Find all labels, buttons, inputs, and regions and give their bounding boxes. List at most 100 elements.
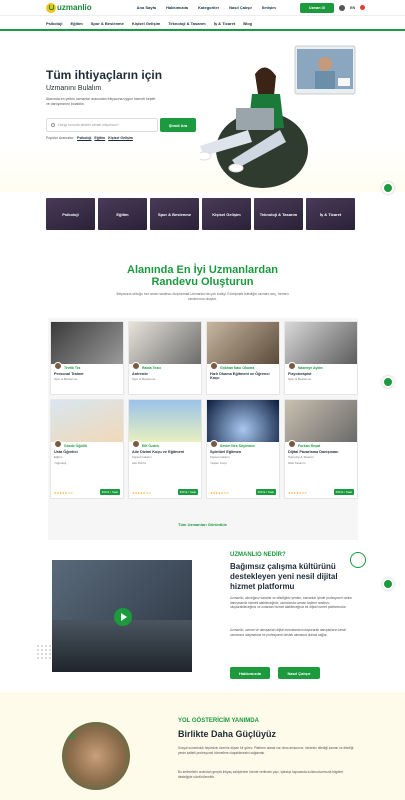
about-paragraph-1: Uzmanlio, alındığınız kararlar ve diledi…: [230, 596, 353, 610]
expert-name: Rabia Tezcı: [142, 366, 161, 370]
expert-card[interactable]: Furkan Reşat Dijital Pazarlama Danışmanı…: [284, 399, 358, 499]
tile-education[interactable]: Eğitim: [98, 198, 147, 230]
circle-decoration: [350, 552, 366, 568]
tile-personal-dev[interactable]: Kişisel Gelişim: [202, 198, 251, 230]
about-section: UZMANLIO NEDİR? Bağımsız çalışma kültürü…: [0, 540, 405, 690]
chat-float-button[interactable]: [382, 578, 394, 590]
notification-icon[interactable]: [360, 5, 365, 10]
tile-business[interactable]: İş & Ticaret: [306, 198, 355, 230]
avatar: [288, 362, 296, 370]
nav-how-it-works[interactable]: Nasıl Çalışır: [229, 5, 252, 10]
star-icon: ★★★★★: [54, 491, 68, 495]
nav-contact[interactable]: İletişim: [262, 5, 276, 10]
expert-card[interactable]: Gözde Öğütlü Usta Öğretici Eğitim Yoğunl…: [50, 399, 124, 499]
rating-value: 5.0: [68, 491, 73, 495]
expert-name: Sevim Nes Söylemez: [220, 444, 255, 448]
expert-card[interactable]: Tevfik Tez Personal Trainer Spor & Besle…: [50, 321, 124, 395]
expert-row-1: Tevfik Tez Personal Trainer Spor & Besle…: [50, 321, 358, 395]
expert-name: Elif Özdek: [142, 444, 159, 448]
nav-categories[interactable]: Kategoriler: [198, 5, 219, 10]
rating-value: 5.0: [146, 491, 151, 495]
chat-float-button[interactable]: [382, 376, 394, 388]
avatar: [54, 440, 62, 448]
logo-icon: [46, 2, 56, 13]
expert-card[interactable]: Rabia Tezcı Antrenör Spor & Beslenme: [128, 321, 202, 395]
expert-row-2: Gözde Öğütlü Usta Öğretici Eğitim Yoğunl…: [50, 399, 358, 499]
category-business[interactable]: İş & Ticaret: [214, 21, 236, 26]
view-all-experts-link[interactable]: Tüm Uzmanları Görüntüle: [0, 522, 405, 527]
expert-photo: [51, 400, 123, 442]
category-blog[interactable]: Blog: [243, 21, 252, 26]
logo[interactable]: uzmanlio: [46, 2, 92, 13]
star-icon: ★★★★★: [288, 491, 302, 495]
hero-description: Alanında en yetkin uzmanlar arasından ih…: [46, 97, 156, 106]
expert-photo: [129, 322, 201, 364]
expert-photo: [129, 400, 201, 442]
language-selector[interactable]: EN: [350, 6, 355, 10]
guide-paragraph-2: Bu kelimelerin ardından gerçek ihtiyaç s…: [178, 770, 344, 779]
expert-category: Spor & Beslenme: [54, 377, 78, 381]
category-education[interactable]: Eğitim: [70, 21, 82, 26]
guide-paragraph-1: Sosyal sorumluluk hepimizin üzerine düşe…: [178, 746, 354, 755]
price-badge[interactable]: 250 ₺ / Saat: [255, 489, 276, 495]
top-header: uzmanlio Ana Sayfa Hakkımızda Kategorile…: [0, 0, 405, 16]
category-tech[interactable]: Teknoloji & Tasarım: [168, 21, 205, 26]
tile-sport[interactable]: Spor & Beslenme: [150, 198, 199, 230]
how-it-works-button[interactable]: Nasıl Çalışır: [278, 667, 320, 679]
expert-name: Tevfik Tez: [64, 366, 81, 370]
category-personal-dev[interactable]: Kişisel Gelişim: [132, 21, 160, 26]
expert-photo: [207, 322, 279, 364]
popular-label: Popüler Aramalar:: [46, 136, 75, 140]
avatar: [288, 440, 296, 448]
guide-kicker: YOL GÖSTERİCİM YANIMDA: [178, 718, 259, 724]
experts-title-2: Randevu Oluşturun: [151, 276, 254, 288]
expert-card[interactable]: Nazmiye Aydın Fizyoterapist Spor & Besle…: [284, 321, 358, 395]
avatar: [54, 362, 62, 370]
rating-value: 5.0: [302, 491, 307, 495]
price-badge[interactable]: 250 ₺ / Saat: [177, 489, 198, 495]
avatar: [132, 440, 140, 448]
globe-icon[interactable]: [339, 4, 346, 11]
expert-card[interactable]: Sevim Nes Söylemez Spiritüel Eğitmen Kiş…: [206, 399, 280, 499]
tile-psychology[interactable]: Psikoloji: [46, 198, 95, 230]
expert-title: Hızlı Okuma Eğitmeni ve Öğrenci Koçu: [210, 372, 270, 380]
search-button[interactable]: Şimdi Ara: [160, 118, 196, 132]
about-us-button[interactable]: Hakkımızda: [230, 667, 270, 679]
header-actions: Uzman Ol EN: [300, 2, 365, 13]
expert-name: Gökhan Naci Okuma: [220, 366, 255, 370]
expert-skill: Yaşam Koçu: [210, 461, 227, 465]
become-expert-button[interactable]: Uzman Ol: [300, 2, 335, 13]
expert-name: Furkan Reşat: [298, 444, 321, 448]
guide-section: × YOL GÖSTERİCİM YANIMDA Birlikte Daha G…: [0, 692, 405, 800]
about-paragraph-2: Uzmanlio, uzman ve danışanları dijital m…: [230, 628, 346, 637]
hero-subtitle: Uzmanını Bulalım: [46, 85, 102, 92]
play-icon[interactable]: [114, 608, 132, 626]
tile-tech[interactable]: Teknoloji & Tasarım: [254, 198, 303, 230]
nav-home[interactable]: Ana Sayfa: [137, 5, 156, 10]
price-badge[interactable]: 250 ₺ / Saat: [333, 489, 354, 495]
popular-searches: Popüler Aramalar: Psikoloji Eğitim Kişis…: [46, 136, 133, 140]
expert-category: [207, 380, 279, 382]
popular-link-personal-dev[interactable]: Kişisel Gelişim: [108, 136, 133, 140]
chat-float-button[interactable]: [382, 182, 394, 194]
about-video[interactable]: [52, 560, 192, 672]
expert-skill: Web Tasarım: [288, 461, 306, 465]
search-input[interactable]: Hangi konuda destek almak istiyorsun?: [46, 118, 158, 132]
expert-category: Spor & Beslenme: [132, 377, 156, 381]
about-title: Bağımsız çalışma kültürünü destekleyen y…: [230, 562, 338, 591]
nav-about[interactable]: Hakkımızda: [166, 5, 188, 10]
popular-link-psychology[interactable]: Psikoloji: [77, 136, 91, 140]
cross-decoration: ×: [70, 732, 76, 743]
hero-section: Tüm ihtiyaçların için Uzmanını Bulalım A…: [0, 32, 405, 194]
expert-card[interactable]: Elif Özdek Aile Dizimi Koçu ve Eğitmeni …: [128, 399, 202, 499]
expert-card[interactable]: Gökhan Naci Okuma Hızlı Okuma Eğitmeni v…: [206, 321, 280, 395]
expert-category: Spor & Beslenme: [288, 377, 312, 381]
experts-section: Alanında En İyi Uzmanlardan Randevu Oluş…: [0, 236, 405, 633]
category-psychology[interactable]: Psikoloji: [46, 21, 62, 26]
logo-text: uzmanlio: [57, 3, 92, 12]
popular-link-education[interactable]: Eğitim: [94, 136, 105, 140]
category-sport[interactable]: Spor & Beslenme: [91, 21, 124, 26]
hero-title: Tüm ihtiyaçların için: [46, 68, 163, 82]
price-badge[interactable]: 250 ₺ / Saat: [99, 489, 120, 495]
expert-name: Nazmiye Aydın: [298, 366, 323, 370]
